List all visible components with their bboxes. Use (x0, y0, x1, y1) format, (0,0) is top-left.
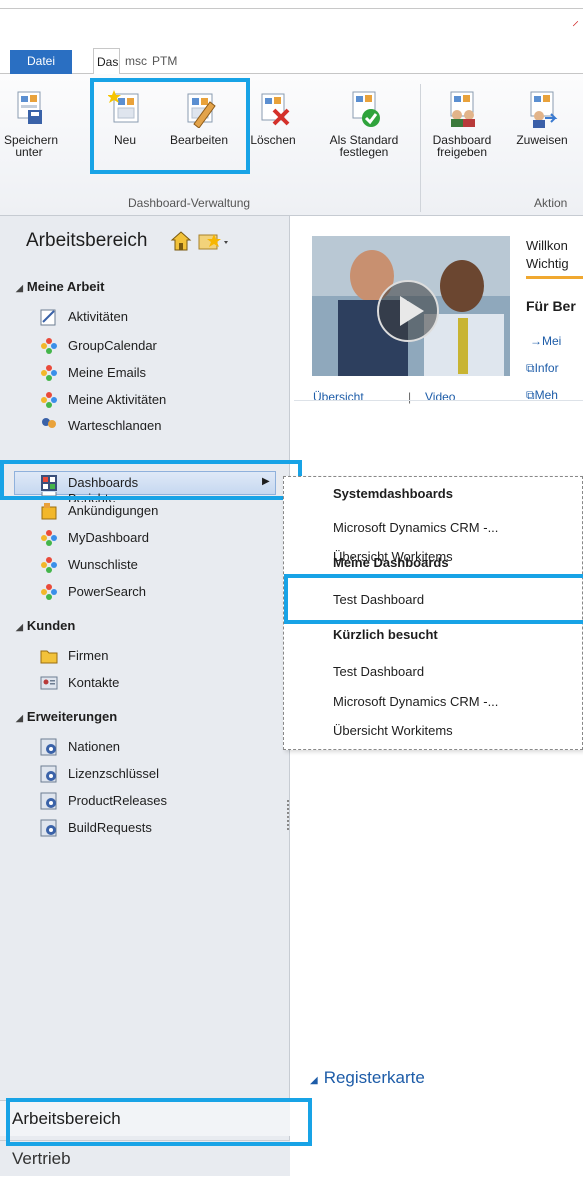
announcement-icon (40, 502, 58, 520)
nav-item-wunschliste[interactable]: Wunschliste (40, 554, 260, 576)
nav-item-powersearch[interactable]: PowerSearch (40, 581, 260, 603)
set-default-button[interactable]: Als Standard festlegen (316, 88, 412, 158)
folder-icon (40, 647, 58, 665)
popup-icon: ⧉ (526, 361, 535, 375)
section-kunden[interactable]: ◢ Kunden (16, 618, 75, 633)
nav-item-mydashboard[interactable]: MyDashboard (40, 527, 260, 549)
contact-card-icon (40, 674, 58, 692)
set-default-icon (347, 88, 381, 128)
link-info[interactable]: ⧉Infor (526, 361, 559, 376)
share-dashboard-icon (445, 88, 479, 128)
nav-item-groupcalendar[interactable]: GroupCalendar (40, 335, 260, 357)
accent-divider (526, 276, 583, 279)
highlight-dashboards (0, 460, 302, 500)
arrow-right-icon: → (530, 334, 542, 348)
link-meine[interactable]: →Mei (530, 334, 561, 348)
flyout-recent-test-dashboard[interactable]: Test Dashboard (333, 664, 424, 679)
favorites-dropdown-icon[interactable] (198, 232, 232, 255)
flyout-heading-my: Meine Dashboards (333, 555, 449, 570)
ribbon-group-separator (420, 84, 421, 212)
queue-icon (40, 416, 58, 430)
flyout-recent-msdyn[interactable]: Microsoft Dynamics CRM -... (333, 694, 498, 709)
entity-icon (40, 819, 58, 837)
nav-item-nationen[interactable]: Nationen (40, 736, 260, 758)
welcome-text-line2: Wichtig (526, 256, 569, 271)
assign-button[interactable]: Zuweisen (506, 88, 578, 146)
nav-item-warteschlangen[interactable]: Warteschlangen (40, 416, 260, 430)
assign-icon (525, 88, 559, 128)
tab-msc[interactable]: msc (125, 54, 147, 68)
puzzle-icon (40, 529, 58, 547)
for-heading: Für Ber (526, 298, 576, 314)
activities-icon (40, 308, 58, 326)
nav-item-firmen[interactable]: Firmen (40, 645, 260, 667)
puzzle-icon (40, 391, 58, 409)
nav-item-lizenzschluessel[interactable]: Lizenzschlüssel (40, 763, 260, 785)
highlight-new-edit (90, 78, 250, 174)
tab-datei[interactable]: Datei (10, 50, 72, 74)
nav-item-productreleases[interactable]: ProductReleases (40, 790, 260, 812)
home-icon[interactable] (170, 230, 192, 255)
workspace-title: Arbeitsbereich (26, 230, 148, 251)
nav-item-aktivitaeten[interactable]: Aktivitäten (40, 306, 260, 328)
flyout-recent-uebersicht[interactable]: Übersicht Workitems (333, 723, 453, 738)
highlight-arbeitsbereich (6, 1098, 312, 1146)
nav-item-ankuendigungen[interactable]: Ankündigungen (40, 500, 260, 522)
section-erweiterungen[interactable]: ◢ Erweiterungen (16, 709, 117, 724)
puzzle-icon (40, 364, 58, 382)
nav-item-meine-aktivitaeten[interactable]: Meine Aktivitäten (40, 389, 260, 411)
link-overview[interactable]: Übersicht (313, 390, 364, 404)
triangle-icon: ◢ (310, 1075, 318, 1086)
content-divider (294, 400, 583, 401)
tab-ptm[interactable]: PTM (152, 54, 177, 68)
entity-icon (40, 765, 58, 783)
puzzle-icon (40, 556, 58, 574)
save-dashboard-icon (12, 88, 46, 128)
nav-item-kontakte[interactable]: Kontakte (40, 672, 260, 694)
puzzle-icon (40, 337, 58, 355)
welcome-text-line1: Willkon (526, 238, 568, 253)
ribbon-tab-row (0, 48, 583, 74)
entity-icon (40, 792, 58, 810)
close-icon[interactable]: ⸍ (572, 19, 580, 33)
nav-item-meine-emails[interactable]: Meine Emails (40, 362, 260, 384)
link-video[interactable]: Video (425, 390, 455, 404)
flyout-heading-recent: Kürzlich besucht (333, 627, 438, 642)
puzzle-icon (40, 583, 58, 601)
left-navigation (0, 216, 290, 1176)
flyout-heading-system: Systemdashboards (333, 486, 453, 501)
flyout-item-msdyn[interactable]: Microsoft Dynamics CRM -... (333, 520, 498, 535)
group-label-dashboard-management: Dashboard-Verwaltung (128, 196, 251, 210)
tab-dashboard[interactable]: Das (93, 48, 120, 75)
share-dashboard-button[interactable]: Dashboard freigeben (426, 88, 498, 158)
welcome-video-thumbnail[interactable] (312, 236, 510, 376)
link-separator: | (408, 390, 412, 404)
register-tab-toggle[interactable]: ◢ Registerkarte (310, 1068, 425, 1088)
splitter-handle[interactable] (287, 800, 291, 830)
delete-button[interactable]: Löschen (247, 88, 299, 146)
group-label-action: Aktion (534, 196, 568, 210)
entity-icon (40, 738, 58, 756)
highlight-test-dashboard (284, 574, 583, 624)
nav-item-buildrequests[interactable]: BuildRequests (40, 817, 260, 839)
save-as-button[interactable]: Speichern unter (4, 88, 58, 158)
delete-dashboard-icon (256, 88, 290, 128)
section-meine-arbeit[interactable]: ◢ Meine Arbeit (16, 279, 104, 294)
window-top-border (0, 8, 583, 9)
